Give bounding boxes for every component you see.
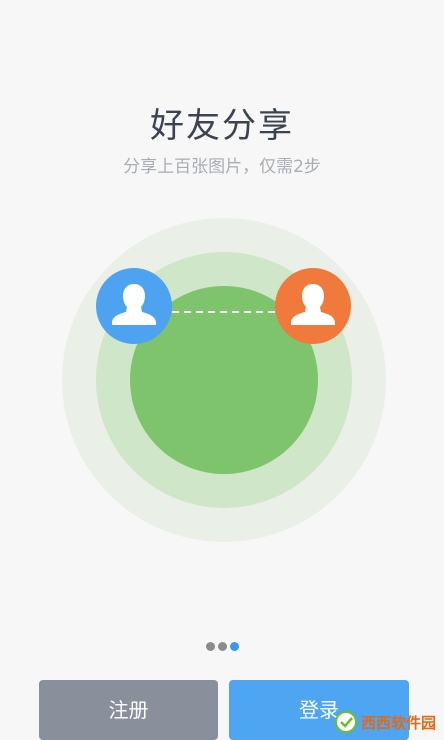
- page-indicator: [206, 642, 239, 651]
- page-dot[interactable]: [218, 642, 227, 651]
- page-dot[interactable]: [206, 642, 215, 651]
- person-icon: [112, 284, 156, 325]
- login-button[interactable]: 登录: [229, 680, 409, 740]
- user-avatar-right: [275, 268, 351, 344]
- person-icon: [291, 284, 335, 325]
- share-illustration: [62, 218, 386, 542]
- page-dot-active[interactable]: [230, 642, 239, 651]
- register-button[interactable]: 注册: [39, 680, 218, 740]
- user-avatar-left: [96, 268, 172, 344]
